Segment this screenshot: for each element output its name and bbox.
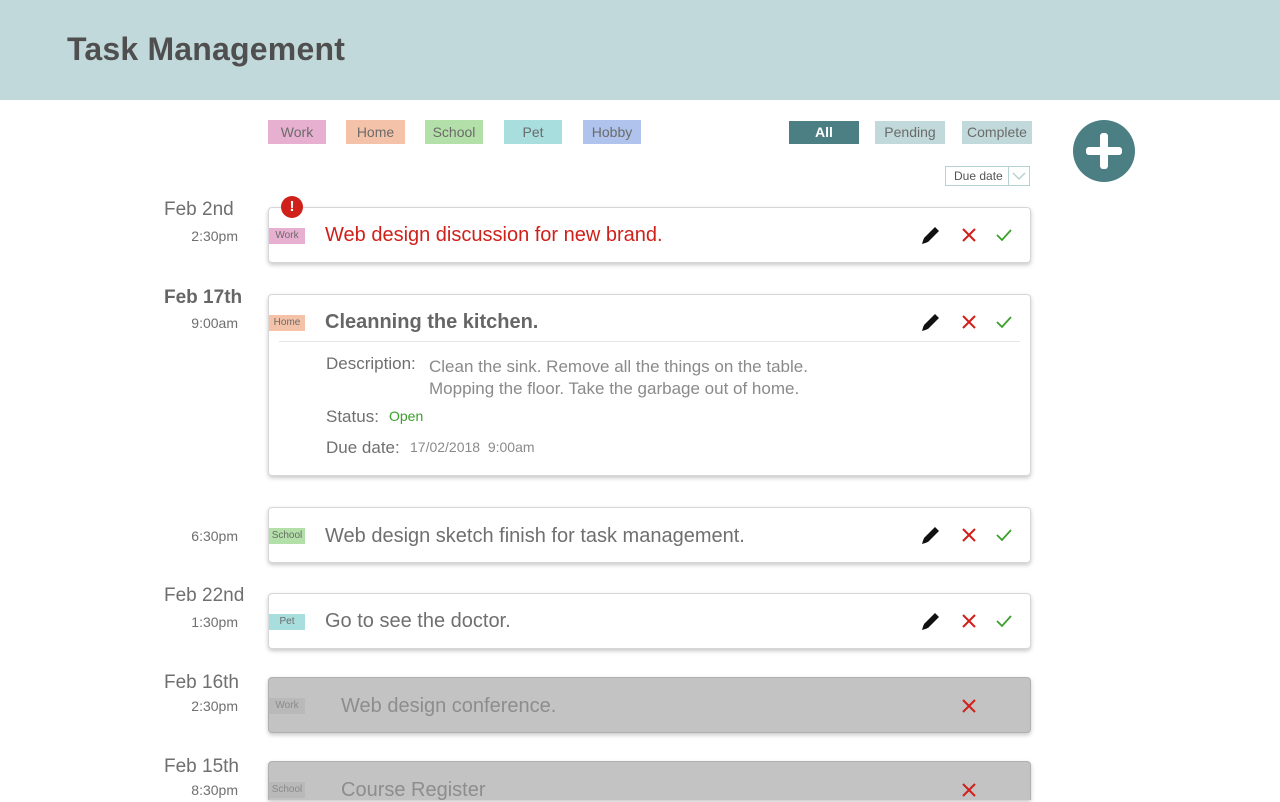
- task-time: 9:00am: [191, 315, 238, 331]
- task-tag: School: [269, 528, 305, 544]
- task-tag: Home: [269, 315, 305, 331]
- plus-icon: [1086, 133, 1122, 169]
- close-icon: [962, 315, 976, 329]
- check-icon: [996, 615, 1012, 628]
- close-icon: [962, 528, 976, 542]
- task-title: Web design sketch finish for task manage…: [325, 525, 745, 547]
- add-task-button[interactable]: [1073, 120, 1135, 182]
- category-school[interactable]: School: [425, 120, 483, 144]
- task-card-completed[interactable]: School Course Register: [268, 761, 1031, 801]
- divider: [279, 341, 1020, 342]
- filter-complete[interactable]: Complete: [962, 121, 1032, 144]
- description-line: Mopping the floor. Take the garbage out …: [429, 379, 800, 398]
- check-icon: [996, 529, 1012, 542]
- task-tag: School: [269, 782, 305, 798]
- sort-label: Due date: [954, 169, 1003, 183]
- page-title: Task Management: [67, 31, 346, 67]
- check-icon: [996, 316, 1012, 329]
- task-time: 1:30pm: [191, 614, 238, 630]
- pencil-icon: [922, 227, 939, 244]
- pencil-icon: [922, 314, 939, 331]
- edit-button[interactable]: [919, 523, 943, 547]
- close-icon: [962, 699, 976, 713]
- chevron-down-icon: [1008, 167, 1029, 185]
- task-tag: Pet: [269, 614, 305, 630]
- description-label: Description:: [326, 354, 416, 373]
- close-icon: [962, 783, 976, 797]
- task-title: Web design conference.: [341, 695, 557, 717]
- complete-button[interactable]: [992, 523, 1016, 547]
- status-label: Status:: [326, 407, 379, 426]
- exclamation-icon: !: [281, 196, 303, 218]
- task-card-completed[interactable]: Work Web design conference.: [268, 677, 1031, 733]
- task-title: Course Register: [341, 779, 486, 801]
- task-time: 6:30pm: [191, 528, 238, 544]
- complete-button[interactable]: [992, 310, 1016, 334]
- task-card-expanded[interactable]: Home Cleanning the kitchen. Description:…: [268, 294, 1031, 476]
- task-date: Feb 2nd: [164, 199, 234, 220]
- due-date-label: Due date:: [326, 438, 400, 457]
- task-title: Web design discussion for new brand.: [325, 224, 663, 246]
- complete-button[interactable]: [992, 609, 1016, 633]
- delete-button[interactable]: [957, 310, 981, 334]
- edit-button[interactable]: [919, 609, 943, 633]
- task-title: Cleanning the kitchen.: [325, 311, 539, 333]
- task-title: Go to see the doctor.: [325, 610, 511, 632]
- close-icon: [962, 228, 976, 242]
- task-card[interactable]: School Web design sketch finish for task…: [268, 507, 1031, 563]
- task-date: Feb 15th: [164, 756, 239, 777]
- pencil-icon: [922, 527, 939, 544]
- category-home[interactable]: Home: [346, 120, 405, 144]
- filter-all[interactable]: All: [789, 121, 859, 144]
- task-card[interactable]: Pet Go to see the doctor.: [268, 593, 1031, 649]
- complete-button[interactable]: [992, 223, 1016, 247]
- due-date-value: 17/02/2018 9:00am: [410, 439, 535, 455]
- task-tag: Work: [269, 698, 305, 714]
- close-icon: [962, 614, 976, 628]
- filter-pending[interactable]: Pending: [875, 121, 945, 144]
- delete-button[interactable]: [957, 609, 981, 633]
- category-hobby[interactable]: Hobby: [583, 120, 641, 144]
- task-date: Feb 16th: [164, 672, 239, 693]
- edit-button[interactable]: [919, 223, 943, 247]
- sort-dropdown[interactable]: Due date: [945, 166, 1030, 186]
- task-tag: Work: [269, 228, 305, 244]
- edit-button[interactable]: [919, 310, 943, 334]
- delete-button[interactable]: [957, 523, 981, 547]
- app-header: Task Management: [0, 0, 1280, 100]
- category-pet[interactable]: Pet: [504, 120, 562, 144]
- task-time: 8:30pm: [191, 782, 238, 798]
- task-date: Feb 22nd: [164, 585, 245, 606]
- category-work[interactable]: Work: [268, 120, 326, 144]
- delete-button[interactable]: [957, 694, 981, 718]
- task-time: 2:30pm: [191, 698, 238, 714]
- delete-button[interactable]: [957, 223, 981, 247]
- task-card[interactable]: Work Web design discussion for new brand…: [268, 207, 1031, 263]
- pencil-icon: [922, 613, 939, 630]
- task-date: Feb 17th: [164, 287, 243, 308]
- delete-button[interactable]: [957, 778, 981, 800]
- task-time: 2:30pm: [191, 228, 238, 244]
- description-line: Clean the sink. Remove all the things on…: [429, 357, 808, 376]
- status-value: Open: [389, 408, 424, 424]
- check-icon: [996, 229, 1012, 242]
